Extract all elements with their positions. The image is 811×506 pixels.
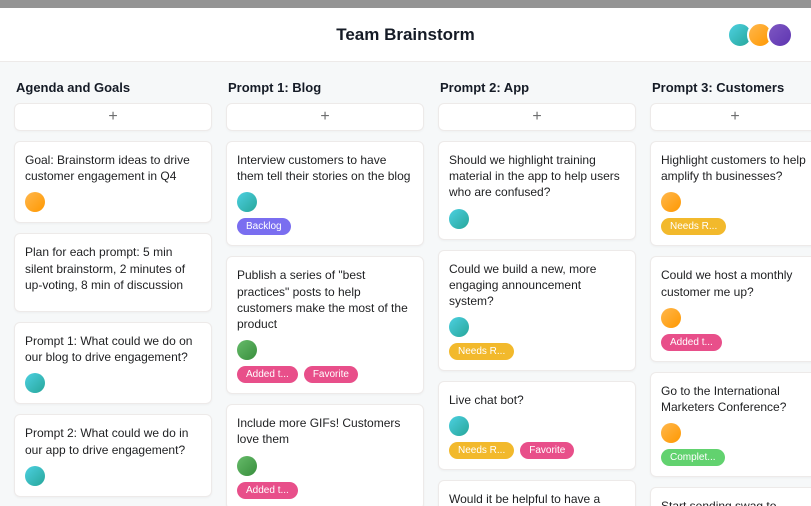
page-title: Team Brainstorm (336, 25, 475, 45)
card-text: Start sending swag to customers? (661, 498, 809, 506)
card[interactable]: Go to the International Marketers Confer… (650, 372, 811, 477)
window-top-strip (0, 0, 811, 8)
card-text: Plan for each prompt: 5 min silent brain… (25, 244, 201, 293)
card[interactable]: Start sending swag to customers?Needs R.… (650, 487, 811, 506)
plus-icon: + (730, 109, 739, 125)
tag[interactable]: Added t... (661, 334, 722, 351)
tag[interactable]: Favorite (304, 366, 358, 383)
avatar[interactable] (767, 22, 793, 48)
card[interactable]: Prompt 2: What could we do in our app to… (14, 414, 212, 496)
column: Prompt 3: Customers + Highlight customers … (650, 80, 811, 488)
header-avatars[interactable] (733, 22, 793, 48)
column-title: Prompt 1: Blog (226, 80, 424, 95)
tag[interactable]: Added t... (237, 366, 298, 383)
header: Team Brainstorm (0, 8, 811, 62)
card-text: Interview customers to have them tell th… (237, 152, 413, 184)
assignee-avatar[interactable] (661, 308, 681, 328)
board[interactable]: Agenda and Goals + Goal: Brainstorm ideas … (0, 62, 811, 506)
card[interactable]: Could we host a monthly customer me up? A… (650, 256, 811, 361)
tag[interactable]: Needs R... (449, 442, 514, 459)
assignee-avatar[interactable] (661, 192, 681, 212)
tag[interactable]: Complet... (661, 449, 725, 466)
card-text: Prompt 1: What could we do on our blog t… (25, 333, 201, 365)
assignee-avatar[interactable] (237, 456, 257, 476)
card-text: Go to the International Marketers Confer… (661, 383, 809, 415)
column-title: Prompt 3: Customers (650, 80, 811, 95)
plus-icon: + (108, 109, 117, 125)
add-card-button[interactable]: + (438, 103, 636, 131)
card[interactable]: Publish a series of "best practices" pos… (226, 256, 424, 394)
tag[interactable]: Favorite (520, 442, 574, 459)
card[interactable]: Live chat bot? Needs R... Favorite (438, 381, 636, 470)
card[interactable]: Interview customers to have them tell th… (226, 141, 424, 246)
assignee-avatar[interactable] (25, 466, 45, 486)
card[interactable]: Goal: Brainstorm ideas to drive customer… (14, 141, 212, 223)
add-card-button[interactable]: + (226, 103, 424, 131)
card-text: Live chat bot? (449, 392, 625, 408)
card-text: Prompt 2: What could we do in our app to… (25, 425, 201, 457)
card[interactable]: Should we highlight training material in… (438, 141, 636, 240)
plus-icon: + (532, 109, 541, 125)
card-text: Highlight customers to help amplify th b… (661, 152, 809, 184)
assignee-avatar[interactable] (25, 192, 45, 212)
card-text: Publish a series of "best practices" pos… (237, 267, 413, 332)
column-title: Agenda and Goals (14, 80, 212, 95)
assignee-avatar[interactable] (449, 317, 469, 337)
column-title: Prompt 2: App (438, 80, 636, 95)
card[interactable]: Highlight customers to help amplify th b… (650, 141, 811, 246)
add-card-button[interactable]: + (650, 103, 811, 131)
column: Agenda and Goals + Goal: Brainstorm ideas … (14, 80, 212, 488)
card[interactable]: Prompt 1: What could we do on our blog t… (14, 322, 212, 404)
tag[interactable]: Needs R... (661, 218, 726, 235)
card-text: Could we build a new, more engaging anno… (449, 261, 625, 310)
assignee-avatar[interactable] (25, 373, 45, 393)
card-text: Include more GIFs! Customers love them (237, 415, 413, 447)
assignee-avatar[interactable] (661, 423, 681, 443)
card[interactable]: Include more GIFs! Customers love them Ad… (226, 404, 424, 506)
tag[interactable]: Backlog (237, 218, 291, 235)
card[interactable]: Plan for each prompt: 5 min silent brain… (14, 233, 212, 312)
assignee-avatar[interactable] (449, 416, 469, 436)
assignee-avatar[interactable] (237, 340, 257, 360)
card[interactable]: Would it be helpful to have a mascot or … (438, 480, 636, 506)
card-text: Could we host a monthly customer me up? (661, 267, 809, 299)
tag[interactable]: Added t... (237, 482, 298, 499)
card[interactable]: Could we build a new, more engaging anno… (438, 250, 636, 372)
tag[interactable]: Needs R... (449, 343, 514, 360)
assignee-avatar[interactable] (237, 192, 257, 212)
card-text: Should we highlight training material in… (449, 152, 625, 201)
card-text: Goal: Brainstorm ideas to drive customer… (25, 152, 201, 184)
card-text: Would it be helpful to have a mascot or … (449, 491, 625, 506)
plus-icon: + (320, 109, 329, 125)
assignee-avatar[interactable] (449, 209, 469, 229)
column: Prompt 1: Blog + Interview customers to ha… (226, 80, 424, 488)
column: Prompt 2: App + Should we highlight traini… (438, 80, 636, 488)
add-card-button[interactable]: + (14, 103, 212, 131)
